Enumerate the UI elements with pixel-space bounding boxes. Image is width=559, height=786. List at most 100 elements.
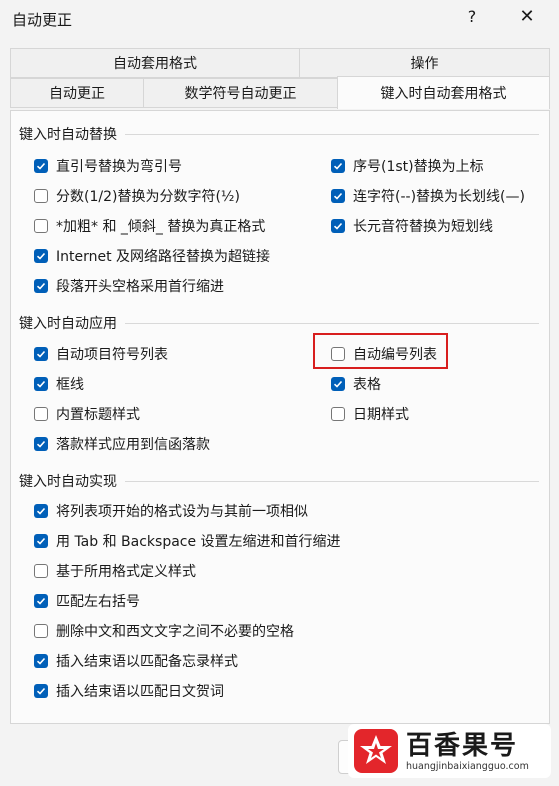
checkbox-box[interactable] xyxy=(331,407,345,421)
checkbox-box[interactable] xyxy=(34,437,48,451)
checkmark-icon xyxy=(36,252,46,260)
checkbox-label: 长元音符替换为短划线 xyxy=(353,219,493,235)
checkbox-box[interactable] xyxy=(34,534,48,548)
checkbox-smart-quotes[interactable]: 直引号替换为弯引号 xyxy=(34,155,182,177)
group-title-replace-label: 键入时自动替换 xyxy=(19,127,117,143)
checkbox-bold-italic[interactable]: *加粗* 和 _倾斜_ 替换为真正格式 xyxy=(34,215,265,237)
checkbox-label: 日期样式 xyxy=(353,407,409,423)
checkbox-box[interactable] xyxy=(34,249,48,263)
checkbox-list-format[interactable]: 将列表项开始的格式设为与其前一项相似 xyxy=(34,500,308,522)
checkmark-icon xyxy=(36,507,46,515)
checkmark-icon xyxy=(36,597,46,605)
checkbox-fractions[interactable]: 分数(1/2)替换为分数字符(½) xyxy=(34,185,240,207)
checkbox-label: 删除中文和西文文字之间不必要的空格 xyxy=(56,624,294,640)
tab-math-autocorrect[interactable]: 数学符号自动更正 xyxy=(143,78,338,108)
checkbox-box[interactable] xyxy=(34,407,48,421)
group-title-replace: 键入时自动替换 xyxy=(19,124,539,144)
title-bar: 自动更正 ? ✕ xyxy=(0,0,559,40)
tab-autoformat[interactable]: 自动套用格式 xyxy=(10,48,300,78)
checkbox-box[interactable] xyxy=(34,189,48,203)
checkbox-label: 用 Tab 和 Backspace 设置左缩进和首行缩进 xyxy=(56,534,341,550)
group-title-apply-label: 键入时自动应用 xyxy=(19,316,117,332)
checkbox-label: 将列表项开始的格式设为与其前一项相似 xyxy=(56,504,308,520)
checkbox-date-styles[interactable]: 日期样式 xyxy=(331,403,409,425)
checkbox-box[interactable] xyxy=(34,654,48,668)
checkbox-define-styles[interactable]: 基于所用格式定义样式 xyxy=(34,560,196,582)
checkbox-box[interactable] xyxy=(34,684,48,698)
checkbox-box[interactable] xyxy=(34,564,48,578)
divider xyxy=(125,480,539,482)
checkbox-label: 段落开头空格采用首行缩进 xyxy=(56,279,224,295)
star-logo-icon xyxy=(354,729,398,773)
checkbox-box[interactable] xyxy=(34,504,48,518)
checkbox-closing-styles[interactable]: 落款样式应用到信函落款 xyxy=(34,433,210,455)
checkbox-box[interactable] xyxy=(34,279,48,293)
close-button[interactable]: ✕ xyxy=(515,6,539,27)
checkbox-borders[interactable]: 框线 xyxy=(34,373,84,395)
checkmark-icon xyxy=(36,537,46,545)
checkbox-box[interactable] xyxy=(34,377,48,391)
checkbox-label: 落款样式应用到信函落款 xyxy=(56,437,210,453)
checkbox-heading-styles[interactable]: 内置标题样式 xyxy=(34,403,140,425)
checkmark-icon xyxy=(36,350,46,358)
checkbox-label: 序号(1st)替换为上标 xyxy=(353,159,484,175)
checkbox-label: Internet 及网络路径替换为超链接 xyxy=(56,249,271,265)
checkbox-box[interactable] xyxy=(331,189,345,203)
checkbox-label: 内置标题样式 xyxy=(56,407,140,423)
help-button[interactable]: ? xyxy=(462,7,482,26)
checkbox-label: 匹配左右括号 xyxy=(56,594,140,610)
checkbox-label: 直引号替换为弯引号 xyxy=(56,159,182,175)
checkbox-label: 插入结束语以匹配备忘录样式 xyxy=(56,654,238,670)
checkmark-icon xyxy=(333,222,343,230)
checkbox-box[interactable] xyxy=(34,347,48,361)
checkbox-remove-spaces[interactable]: 删除中文和西文文字之间不必要的空格 xyxy=(34,620,294,642)
checkbox-memo-closing[interactable]: 插入结束语以匹配备忘录样式 xyxy=(34,650,238,672)
checkbox-label: *加粗* 和 _倾斜_ 替换为真正格式 xyxy=(56,219,266,235)
checkbox-first-line-indent[interactable]: 段落开头空格采用首行缩进 xyxy=(34,275,224,297)
checkmark-icon xyxy=(333,162,343,170)
highlight-frame xyxy=(313,333,448,369)
checkbox-japanese-greetings[interactable]: 插入结束语以匹配日文贺词 xyxy=(34,680,224,702)
checkbox-box[interactable] xyxy=(34,159,48,173)
checkbox-label: 自动项目符号列表 xyxy=(56,347,168,363)
tab-actions[interactable]: 操作 xyxy=(299,48,550,78)
checkbox-box[interactable] xyxy=(34,624,48,638)
checkmark-icon xyxy=(36,440,46,448)
checkmark-icon xyxy=(333,380,343,388)
divider xyxy=(125,133,539,135)
checkmark-icon xyxy=(36,687,46,695)
checkbox-box[interactable] xyxy=(34,219,48,233)
window-title: 自动更正 xyxy=(12,11,73,29)
checkbox-box[interactable] xyxy=(331,159,345,173)
checkbox-hyphens-dash[interactable]: 连字符(--)替换为长划线(—) xyxy=(331,185,525,207)
checkbox-label: 连字符(--)替换为长划线(—) xyxy=(353,189,525,205)
tab-autocorrect[interactable]: 自动更正 xyxy=(10,78,144,108)
checkbox-ordinals-superscript[interactable]: 序号(1st)替换为上标 xyxy=(331,155,484,177)
checkbox-long-vowel-dash[interactable]: 长元音符替换为短划线 xyxy=(331,215,493,237)
watermark-url: huangjinbaixiangguo.com xyxy=(406,760,529,772)
tab-autoformat-as-you-type[interactable]: 键入时自动套用格式 xyxy=(337,76,550,109)
divider xyxy=(125,322,539,324)
group-title-apply: 键入时自动应用 xyxy=(19,313,539,333)
checkbox-label: 基于所用格式定义样式 xyxy=(56,564,196,580)
checkmark-icon xyxy=(36,380,46,388)
checkmark-icon xyxy=(36,282,46,290)
checkbox-label: 框线 xyxy=(56,377,84,393)
watermark-name: 百香果号 xyxy=(406,730,519,761)
checkbox-label: 分数(1/2)替换为分数字符(½) xyxy=(56,189,240,205)
checkbox-box[interactable] xyxy=(331,377,345,391)
checkbox-tables[interactable]: 表格 xyxy=(331,373,381,395)
checkbox-label: 表格 xyxy=(353,377,381,393)
checkbox-box[interactable] xyxy=(34,594,48,608)
checkbox-bulleted-lists[interactable]: 自动项目符号列表 xyxy=(34,343,168,365)
checkbox-box[interactable] xyxy=(331,219,345,233)
checkbox-hyperlinks[interactable]: Internet 及网络路径替换为超链接 xyxy=(34,245,270,267)
checkbox-tab-indent[interactable]: 用 Tab 和 Backspace 设置左缩进和首行缩进 xyxy=(34,530,341,552)
checkbox-match-parentheses[interactable]: 匹配左右括号 xyxy=(34,590,140,612)
checkmark-icon xyxy=(36,657,46,665)
checkmark-icon xyxy=(36,162,46,170)
watermark: 百香果号 huangjinbaixiangguo.com xyxy=(348,724,551,778)
checkbox-label: 插入结束语以匹配日文贺词 xyxy=(56,684,224,700)
group-title-implement-label: 键入时自动实现 xyxy=(19,474,117,490)
group-title-implement: 键入时自动实现 xyxy=(19,471,539,491)
